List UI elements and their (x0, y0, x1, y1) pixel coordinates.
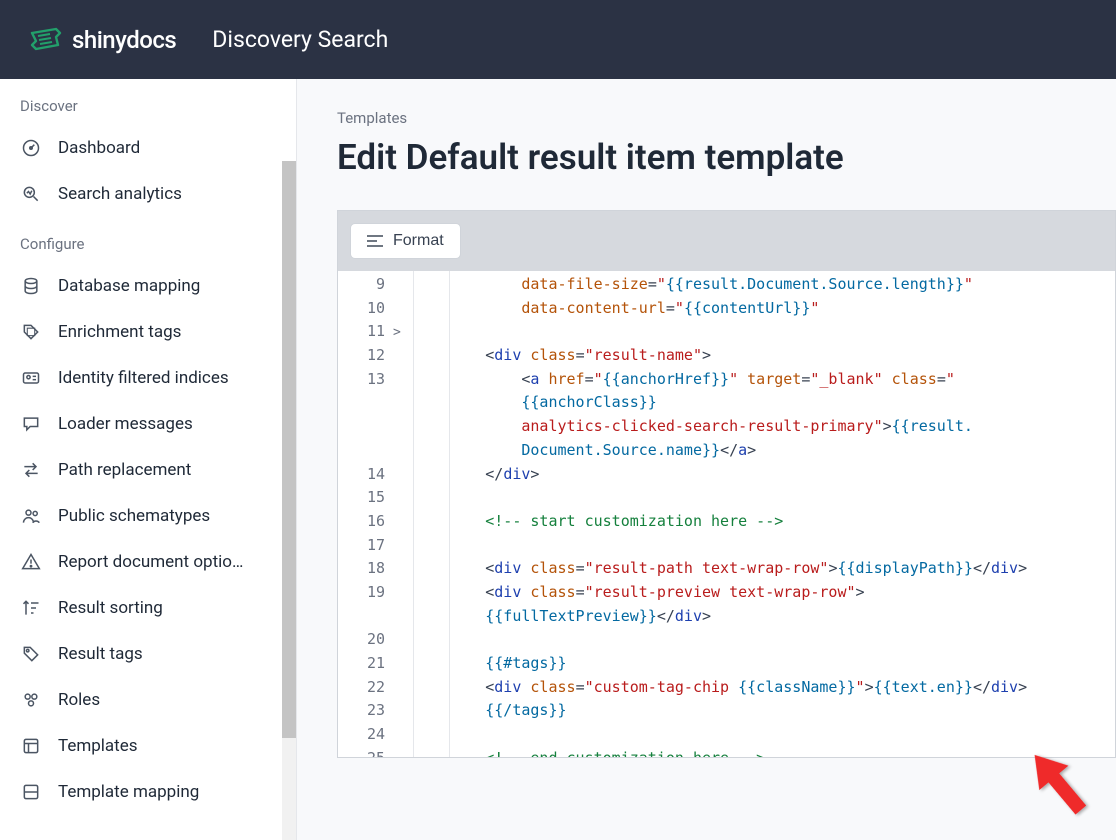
tag-icon (20, 321, 42, 343)
code-line[interactable]: <div class="custom-tag-chip {{className}… (413, 676, 1115, 700)
line-number: 15 (338, 486, 385, 510)
app-header: shinydocs Discovery Search (0, 0, 1116, 79)
line-number: 10 (338, 297, 385, 321)
code-line[interactable]: {{#tags}} (413, 652, 1115, 676)
logo[interactable]: shinydocs (28, 25, 176, 55)
code-line[interactable] (413, 320, 1115, 344)
sidebar-item-loader-messages[interactable]: Loader messages (0, 401, 296, 447)
sidebar-item-label: Path replacement (58, 460, 191, 480)
main-content: Templates Edit Default result item templ… (297, 79, 1116, 840)
database-icon (20, 275, 42, 297)
editor-gutter: 9101112131415161718192021222324252627 (338, 271, 393, 757)
line-number: 21 (338, 652, 385, 676)
format-icon (367, 234, 383, 248)
sidebar-item-label: Enrichment tags (58, 322, 181, 342)
sidebar-item-label: Dashboard (58, 138, 140, 158)
code-line[interactable]: <a href="{{anchorHref}}" target="_blank"… (413, 368, 1115, 463)
sidebar-item-label: Template mapping (58, 782, 199, 802)
sidebar-item-label: Public schematypes (58, 506, 210, 526)
sidebar-item-label: Roles (58, 690, 100, 710)
line-number: 11 (338, 320, 385, 344)
sidebar-item-dashboard[interactable]: Dashboard (0, 125, 296, 171)
sidebar-item-templates[interactable]: Templates (0, 723, 296, 769)
code-line[interactable] (413, 534, 1115, 558)
users-icon (20, 505, 42, 527)
sidebar-item-label: Report document optio… (58, 552, 243, 572)
code-line[interactable]: <!-- start customization here --> (413, 510, 1115, 534)
code-line[interactable]: <div class="result-preview text-wrap-row… (413, 581, 1115, 628)
editor-code[interactable]: data-file-size="{{result.Document.Source… (413, 271, 1115, 757)
sidebar-item-label: Identity filtered indices (58, 368, 229, 388)
line-number: 25 (338, 747, 385, 757)
breadcrumb[interactable]: Templates (337, 109, 1116, 127)
line-number: 19 (338, 581, 385, 628)
line-number: 20 (338, 628, 385, 652)
code-line[interactable]: data-content-url="{{contentUrl}}" (413, 297, 1115, 321)
sidebar-item-path-replacement[interactable]: Path replacement (0, 447, 296, 493)
line-number: 22 (338, 676, 385, 700)
line-number: 14 (338, 463, 385, 487)
id-card-icon (20, 367, 42, 389)
sidebar-item-label: Templates (58, 736, 138, 756)
sort-icon (20, 597, 42, 619)
line-number: 17 (338, 534, 385, 558)
swap-icon (20, 459, 42, 481)
sidebar-item-report-document-optio-[interactable]: Report document optio… (0, 539, 296, 585)
sidebar-item-result-tags[interactable]: Result tags (0, 631, 296, 677)
line-number: 23 (338, 699, 385, 723)
line-number: 13 (338, 368, 385, 463)
sidebar-item-identity-filtered-indices[interactable]: Identity filtered indices (0, 355, 296, 401)
sidebar-section-label: Configure (0, 217, 296, 263)
editor-toolbar: Format (338, 211, 1115, 271)
code-line[interactable] (413, 723, 1115, 747)
header-app-title: Discovery Search (212, 26, 388, 53)
logo-text: shinydocs (72, 26, 176, 54)
sidebar-item-label: Result tags (58, 644, 143, 664)
sidebar-item-roles[interactable]: Roles (0, 677, 296, 723)
sidebar-item-enrichment-tags[interactable]: Enrichment tags (0, 309, 296, 355)
code-line[interactable]: </div> (413, 463, 1115, 487)
line-number: 12 (338, 344, 385, 368)
code-line[interactable]: {{/tags}} (413, 699, 1115, 723)
fold-indicator[interactable]: > (393, 325, 401, 340)
logo-icon (28, 25, 64, 55)
line-number: 24 (338, 723, 385, 747)
template-map-icon (20, 781, 42, 803)
sidebar-item-label: Database mapping (58, 276, 200, 296)
sidebar-item-label: Loader messages (58, 414, 193, 434)
fold-column[interactable]: > (393, 271, 413, 757)
sidebar-item-template-mapping[interactable]: Template mapping (0, 769, 296, 815)
line-number: 18 (338, 557, 385, 581)
page-title: Edit Default result item template (337, 137, 1116, 178)
code-line[interactable]: <div class="result-name"> (413, 344, 1115, 368)
sidebar-item-public-schematypes[interactable]: Public schematypes (0, 493, 296, 539)
gauge-icon (20, 137, 42, 159)
sidebar-item-search-analytics[interactable]: Search analytics (0, 171, 296, 217)
chat-icon (20, 413, 42, 435)
code-line[interactable]: data-file-size="{{result.Document.Source… (413, 273, 1115, 297)
format-button[interactable]: Format (350, 223, 461, 259)
format-button-label: Format (393, 232, 444, 250)
sidebar-item-label: Result sorting (58, 598, 163, 618)
sidebar-item-label: Search analytics (58, 184, 182, 204)
code-line[interactable] (413, 628, 1115, 652)
search-analytics-icon (20, 183, 42, 205)
sidebar: Discover Dashboard Search analytics Configu… (0, 79, 297, 840)
sidebar-scrollbar[interactable] (282, 161, 296, 840)
line-number: 16 (338, 510, 385, 534)
line-number: 9 (338, 273, 385, 297)
editor-body[interactable]: 9101112131415161718192021222324252627 > … (338, 271, 1115, 757)
code-line[interactable]: <div class="result-path text-wrap-row">{… (413, 557, 1115, 581)
code-line[interactable]: <!-- end customization here --> (413, 747, 1115, 757)
template-icon (20, 735, 42, 757)
sidebar-item-database-mapping[interactable]: Database mapping (0, 263, 296, 309)
tag-result-icon (20, 643, 42, 665)
sidebar-item-result-sorting[interactable]: Result sorting (0, 585, 296, 631)
code-line[interactable] (413, 486, 1115, 510)
roles-icon (20, 689, 42, 711)
sidebar-section-label: Discover (0, 79, 296, 125)
template-editor: Format 910111213141516171819202122232425… (337, 210, 1116, 758)
warn-icon (20, 551, 42, 573)
